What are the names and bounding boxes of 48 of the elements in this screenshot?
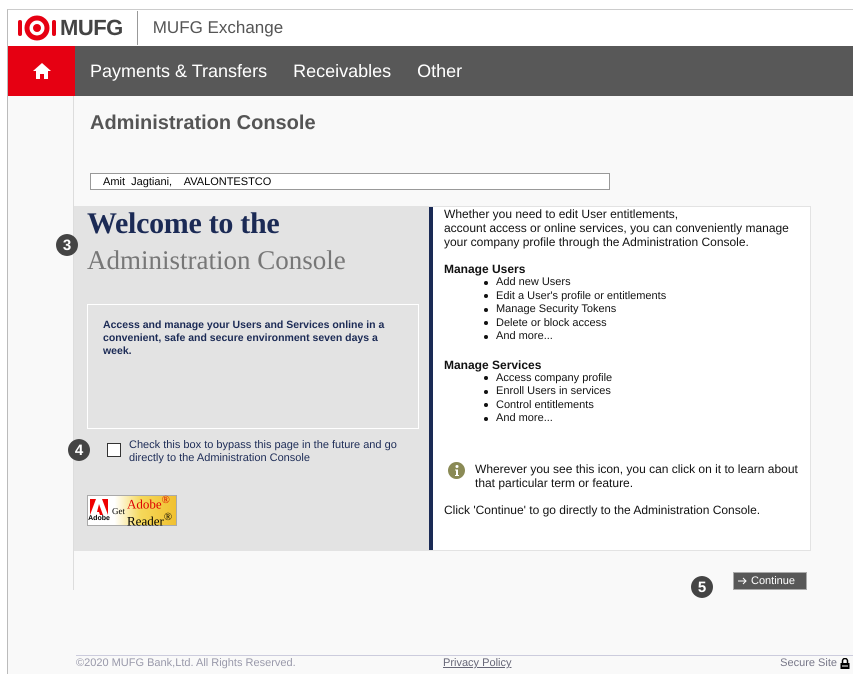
list-item: Delete or block access — [496, 316, 607, 330]
bullet-icon — [484, 376, 488, 380]
bullet-icon — [484, 403, 488, 408]
welcome-subheading: Administration Console — [87, 245, 347, 276]
callout-badge: 3 — [56, 234, 78, 256]
bypass-label: Check this box to bypass this page in the future and go directly to the Administration Console — [129, 439, 398, 465]
intro-text: Access and manage your Users and Services online in a convenient, safe and secure environment seven days a week. — [103, 319, 386, 358]
bypass-checkbox[interactable] — [107, 443, 121, 457]
nav-link[interactable]: Other — [417, 60, 462, 82]
nav-link[interactable]: Receivables — [293, 60, 392, 82]
lock-icon — [840, 658, 850, 668]
intro-paragraph: Whether you need to edit User entitlements, account access or online services, you can conveniently manage your company profile through the Administration Console. — [444, 207, 790, 249]
bullet-icon — [484, 280, 488, 285]
info-note: Wherever you see this icon, you can click on it to learn about that particular term or feature. — [475, 462, 799, 490]
list-item: Control entitlements — [496, 398, 594, 412]
home-button[interactable] — [8, 46, 75, 96]
app-name: MUFG Exchange — [152, 18, 284, 38]
list-item: Enroll Users in services — [496, 385, 611, 398]
bullet-icon — [484, 390, 488, 394]
bullet-icon — [484, 294, 488, 298]
logo-text: MUFG — [60, 15, 123, 41]
nav-link[interactable]: Payments & Transfers — [90, 60, 268, 82]
list-item: Add new Users — [496, 276, 571, 290]
list-item: And more... — [496, 330, 553, 344]
section-heading: Manage Users — [444, 262, 526, 276]
bullet-icon — [484, 416, 488, 421]
info-icon — [448, 462, 465, 478]
bullet-icon — [484, 308, 488, 312]
page-title: Administration Console — [90, 112, 317, 135]
logo-icon — [18, 15, 56, 41]
user-field: Amit Jagtiani, AVALONTESTCO — [90, 173, 610, 190]
list-item: Manage Security Tokens — [496, 303, 616, 316]
continue-button[interactable]: Continue — [733, 572, 807, 590]
welcome-heading: Welcome to the — [87, 207, 280, 241]
privacy-link[interactable]: Privacy Policy — [443, 657, 512, 669]
copyright-text: ©2020 MUFG Bank,Ltd. All Rights Reserved. — [76, 657, 297, 669]
continue-note: Click 'Continue' to go directly to the Administration Console. — [444, 502, 762, 516]
list-item: Access company profile — [496, 372, 612, 385]
callout-badge: 4 — [68, 439, 90, 461]
bullet-icon — [484, 334, 488, 339]
secure-site-text: Secure Site — [780, 657, 837, 669]
arrow-icon — [738, 577, 747, 585]
home-icon — [32, 62, 52, 80]
section-heading: Manage Services — [444, 358, 542, 372]
list-item: And more... — [496, 412, 553, 426]
list-item: Edit a User's profile or entitlements — [496, 290, 666, 303]
callout-badge: 5 — [691, 576, 713, 598]
bullet-icon — [484, 321, 488, 326]
